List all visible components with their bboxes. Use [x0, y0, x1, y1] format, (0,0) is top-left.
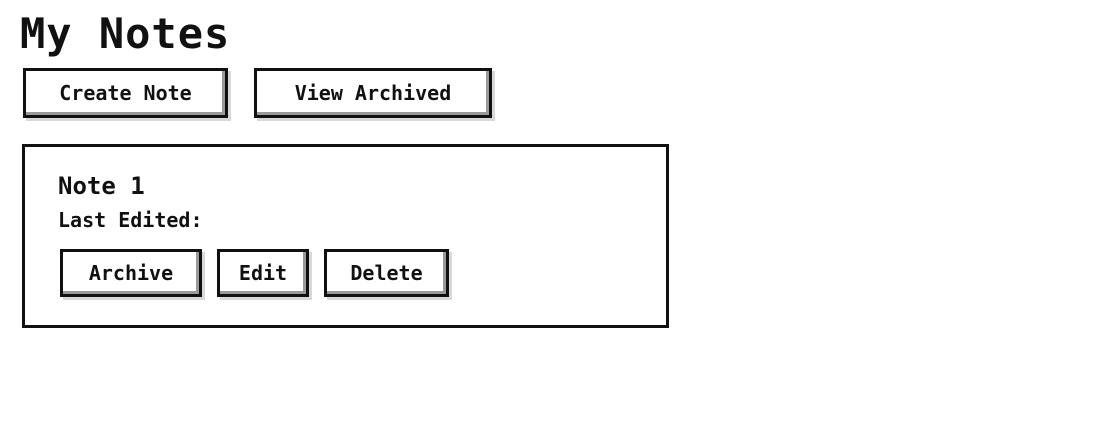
- delete-button[interactable]: Delete: [324, 249, 449, 297]
- edit-button[interactable]: Edit: [217, 249, 309, 297]
- note-title: Note 1: [58, 172, 145, 200]
- note-actions: Archive Edit Delete: [60, 249, 449, 297]
- page-title: My Notes: [20, 9, 231, 58]
- view-archived-button[interactable]: View Archived: [254, 68, 492, 118]
- note-card: Note 1 Last Edited: Archive Edit Delete: [22, 144, 669, 328]
- note-last-edited: Last Edited:: [58, 208, 203, 232]
- toolbar: Create Note View Archived: [23, 68, 492, 118]
- archive-button[interactable]: Archive: [60, 249, 202, 297]
- create-note-button[interactable]: Create Note: [23, 68, 228, 118]
